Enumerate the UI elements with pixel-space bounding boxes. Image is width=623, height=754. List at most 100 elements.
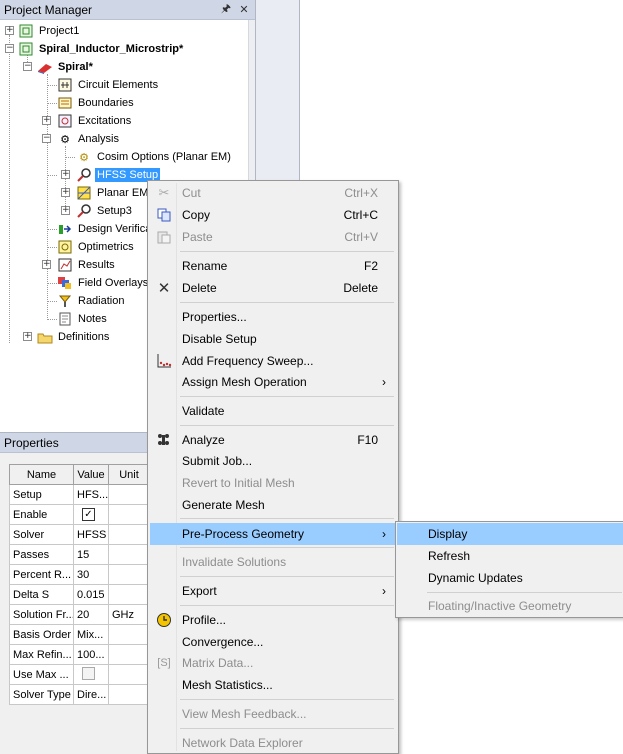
collapse-spiral-design-icon[interactable]: − xyxy=(23,62,32,71)
menu-item-add-frequency-sweep[interactable]: Add Frequency Sweep... xyxy=(150,350,396,372)
menu-item-floating-inactive-geometry[interactable]: Floating/Inactive Geometry xyxy=(397,595,623,617)
menu-item-pre-process-geometry[interactable]: Pre-Process Geometry › xyxy=(150,523,396,545)
use-max-checkbox[interactable] xyxy=(82,666,95,680)
expand-hfss-setup-icon[interactable]: + xyxy=(61,170,70,179)
submenu-arrow-icon: › xyxy=(382,527,386,541)
tree-item-field-overlays[interactable]: Field Overlays xyxy=(57,274,150,292)
menu-item-mesh-statistics[interactable]: Mesh Statistics... xyxy=(150,674,396,696)
menu-separator xyxy=(180,605,394,606)
field-overlays-icon xyxy=(57,275,73,291)
menu-separator xyxy=(180,251,394,252)
tree-item-circuit-elements[interactable]: Circuit Elements xyxy=(57,76,160,94)
properties-header-row: Name Value Unit xyxy=(9,464,150,485)
menu-item-paste[interactable]: Paste Ctrl+V xyxy=(150,226,396,248)
column-header-unit[interactable]: Unit xyxy=(108,464,150,485)
menu-item-refresh[interactable]: Refresh xyxy=(397,545,623,567)
menu-item-assign-mesh-operation[interactable]: Assign Mesh Operation › xyxy=(150,371,396,393)
menu-item-disable-setup[interactable]: Disable Setup xyxy=(150,328,396,350)
table-row[interactable]: Solution Fr... 20 GHz xyxy=(9,604,150,625)
menu-item-rename[interactable]: Rename F2 xyxy=(150,255,396,277)
menu-item-submit-job[interactable]: Submit Job... xyxy=(150,450,396,472)
design-verification-icon xyxy=(57,221,73,237)
table-row[interactable]: Setup HFS... xyxy=(9,484,150,505)
tree-item-definitions[interactable]: Definitions xyxy=(37,328,111,346)
menu-item-display[interactable]: Display xyxy=(397,523,623,545)
tree-item-project1[interactable]: Project1 xyxy=(18,22,81,40)
matrix-icon: [S] xyxy=(157,657,171,669)
properties-title: Properties xyxy=(4,435,59,450)
menu-item-generate-mesh[interactable]: Generate Mesh xyxy=(150,494,396,516)
collapse-analysis-icon[interactable]: − xyxy=(42,134,51,143)
folder-icon xyxy=(37,329,53,345)
table-row[interactable]: Percent R... 30 xyxy=(9,564,150,585)
menu-item-view-mesh-feedback[interactable]: View Mesh Feedback... xyxy=(150,703,396,725)
table-row[interactable]: Solver Type Dire... xyxy=(9,684,150,705)
menu-item-cut[interactable]: ✂ Cut Ctrl+X xyxy=(150,182,396,204)
properties-table: Name Value Unit Setup HFS... Enable ✓ Solv… xyxy=(9,464,150,705)
tree-item-analysis[interactable]: ⚙ Analysis xyxy=(57,130,121,148)
tree-item-cosim-options[interactable]: ⚙ Cosim Options (Planar EM) xyxy=(76,148,233,166)
tree-item-results[interactable]: Results xyxy=(57,256,117,274)
table-row[interactable]: Basis Order Mix... xyxy=(9,624,150,645)
project-icon xyxy=(18,23,34,39)
scissors-icon: ✂ xyxy=(158,185,170,200)
menu-item-invalidate-solutions[interactable]: Invalidate Solutions xyxy=(150,551,396,573)
expand-planar-em-icon[interactable]: + xyxy=(61,188,70,197)
menu-item-properties[interactable]: Properties... xyxy=(150,306,396,328)
pre-process-geometry-submenu: Display Refresh Dynamic Updates Floating… xyxy=(395,521,623,618)
tree-item-optimetrics[interactable]: Optimetrics xyxy=(57,238,136,256)
paste-icon xyxy=(154,227,174,247)
collapse-spiral-project-icon[interactable]: − xyxy=(5,44,14,53)
menu-item-convergence[interactable]: Convergence... xyxy=(150,631,396,653)
table-row[interactable]: Delta S 0.015 xyxy=(9,584,150,605)
menu-item-delete[interactable]: ✕ Delete Delete xyxy=(150,277,396,299)
expand-definitions-icon[interactable]: + xyxy=(23,332,32,341)
menu-item-matrix-data[interactable]: [S] Matrix Data... xyxy=(150,652,396,674)
tree-item-spiral-design[interactable]: Spiral* xyxy=(37,58,95,76)
table-row[interactable]: Solver HFSS xyxy=(9,524,150,545)
tree-item-design-verification[interactable]: Design Verifica xyxy=(57,220,153,238)
close-icon[interactable]: ✕ xyxy=(237,3,251,16)
design-icon xyxy=(37,59,53,75)
tree-item-spiral-inductor-microstrip[interactable]: Spiral_Inductor_Microstrip* xyxy=(18,40,185,58)
tree-item-radiation[interactable]: Radiation xyxy=(57,292,126,310)
menu-item-profile[interactable]: Profile... xyxy=(150,609,396,631)
menu-item-export[interactable]: Export › xyxy=(150,580,396,602)
column-header-value[interactable]: Value xyxy=(73,464,109,485)
submenu-arrow-icon: › xyxy=(382,375,386,389)
tree-item-planar-em[interactable]: Planar EM xyxy=(76,184,150,202)
column-header-name[interactable]: Name xyxy=(9,464,74,485)
project-icon xyxy=(18,41,34,57)
menu-item-dynamic-updates[interactable]: Dynamic Updates xyxy=(397,567,623,589)
x-icon: ✕ xyxy=(157,280,171,297)
menu-item-validate[interactable]: Validate xyxy=(150,400,396,422)
enable-checkbox[interactable]: ✓ xyxy=(82,508,95,521)
expand-excitations-icon[interactable]: + xyxy=(42,116,51,125)
clock-icon xyxy=(154,610,174,630)
menu-separator xyxy=(180,728,394,729)
notes-icon xyxy=(57,311,73,327)
submenu-arrow-icon: › xyxy=(382,584,386,598)
tree-item-boundaries[interactable]: Boundaries xyxy=(57,94,136,112)
circuit-elements-icon xyxy=(57,77,73,93)
menu-item-revert-to-initial-mesh[interactable]: Revert to Initial Mesh xyxy=(150,472,396,494)
menu-item-network-data-explorer[interactable]: Network Data Explorer xyxy=(150,732,396,754)
table-row[interactable]: Max Refin... 100... xyxy=(9,644,150,665)
radiation-icon xyxy=(57,293,73,309)
expand-results-icon[interactable]: + xyxy=(42,260,51,269)
pin-icon[interactable]: 🖈 xyxy=(219,0,233,19)
menu-item-copy[interactable]: Copy Ctrl+C xyxy=(150,204,396,226)
tree-item-excitations[interactable]: Excitations xyxy=(57,112,133,130)
table-row[interactable]: Use Max ... xyxy=(9,664,150,685)
expand-project1-icon[interactable]: + xyxy=(5,26,14,35)
planar-em-icon xyxy=(76,185,92,201)
tree-item-notes[interactable]: Notes xyxy=(57,310,109,328)
tree-item-setup3[interactable]: Setup3 xyxy=(76,202,134,220)
table-row[interactable]: Enable ✓ xyxy=(9,504,150,525)
menu-separator xyxy=(427,592,622,593)
menu-item-analyze[interactable]: Analyze F10 xyxy=(150,429,396,451)
table-row[interactable]: Passes 15 xyxy=(9,544,150,565)
menu-separator xyxy=(180,396,394,397)
copy-icon xyxy=(154,205,174,225)
expand-setup3-icon[interactable]: + xyxy=(61,206,70,215)
